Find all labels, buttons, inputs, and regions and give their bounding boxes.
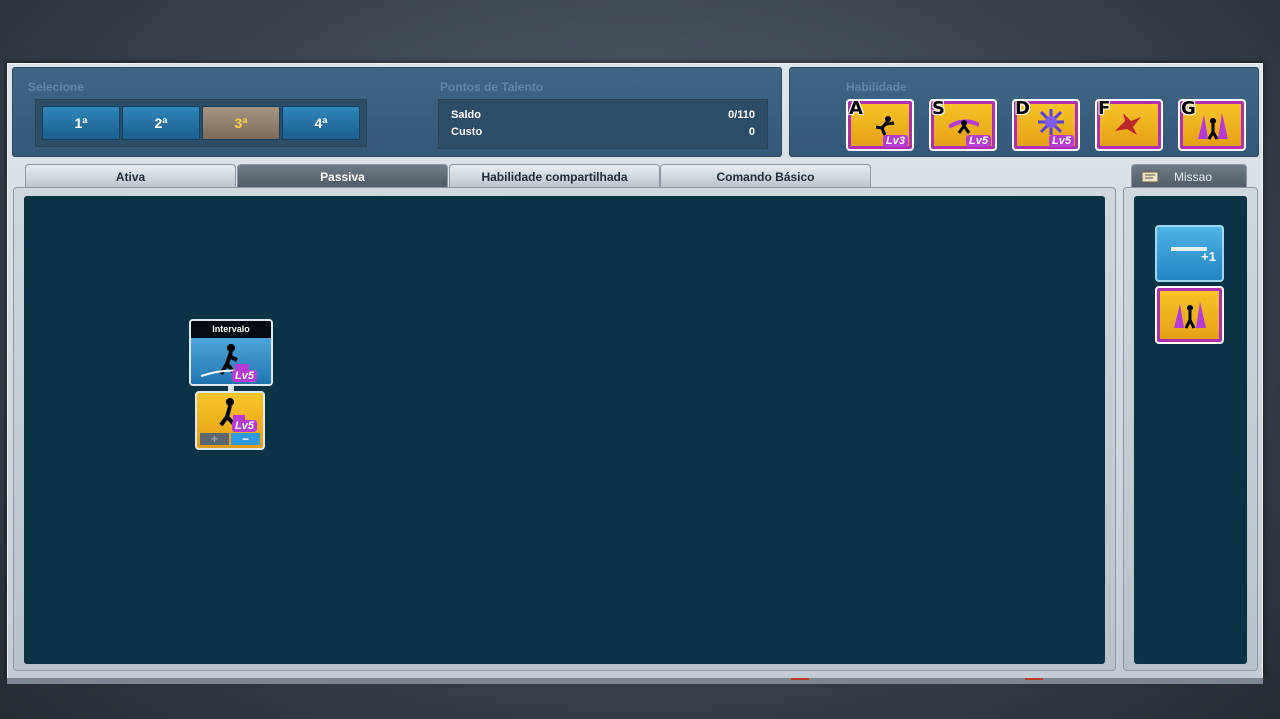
select-talent-panel: Selecione 1ª 2ª 3ª 4ª Pontos de Talento … xyxy=(12,67,782,157)
scroll-icon xyxy=(1141,171,1159,182)
skill-key-a: A xyxy=(849,99,863,119)
build-selector: 1ª 2ª 3ª 4ª xyxy=(35,99,367,147)
talent-points-box: Saldo 0/110 Custo 0 xyxy=(438,99,768,149)
ninja-icon xyxy=(200,344,258,377)
purple-slash-icon xyxy=(949,119,979,134)
talent-cost-label: Custo xyxy=(451,126,483,138)
tab-shared-skills[interactable]: Habilidade compartilhada xyxy=(449,164,660,188)
skill-level-controls: + − xyxy=(200,433,260,445)
talent-row-cost: Custo 0 xyxy=(451,124,755,141)
build-option-2[interactable]: 2ª xyxy=(122,106,200,140)
talent-balance-value: 0/110 xyxy=(728,109,755,121)
skill-key-g: G xyxy=(1181,99,1196,119)
skill-node-interval[interactable]: Intervalo Lv5 xyxy=(189,319,273,386)
tab-active-skills[interactable]: Ativa xyxy=(25,164,236,188)
skill-key-d: D xyxy=(1015,99,1030,119)
skills-panel: Habilidade A Lv3 S Lv5 D Lv5 F G xyxy=(789,67,1259,157)
tab-passive-skills[interactable]: Passiva xyxy=(237,164,448,188)
build-option-3[interactable]: 3ª xyxy=(202,106,280,140)
level-up-button[interactable]: + xyxy=(200,433,229,445)
build-option-4[interactable]: 4ª xyxy=(282,106,360,140)
purple-aura-icon xyxy=(1198,113,1228,140)
tab-mission[interactable]: Missao xyxy=(1131,164,1247,188)
talent-row-balance: Saldo 0/110 xyxy=(451,107,755,124)
red-explosion-icon xyxy=(1115,113,1141,135)
level-down-button[interactable]: − xyxy=(231,433,260,445)
bonus-label: +1 xyxy=(1201,249,1216,264)
skill-level-d: Lv5 xyxy=(1049,135,1074,147)
talent-balance-label: Saldo xyxy=(451,109,481,121)
skill-icon-level: Lv5 xyxy=(232,420,257,432)
skill-node-title: Intervalo xyxy=(191,321,271,338)
skill-node-icon[interactable]: Lv5 + − xyxy=(195,391,265,450)
talent-cost-value: 0 xyxy=(748,126,755,138)
skill-level-a: Lv3 xyxy=(883,135,908,147)
bottom-strip xyxy=(7,678,1263,684)
skill-key-f: F xyxy=(1098,99,1111,119)
skill-node-level: Lv5 xyxy=(232,370,257,382)
skill-slot-d[interactable]: D Lv5 xyxy=(1012,99,1080,151)
mission-skill-slot[interactable] xyxy=(1155,286,1224,344)
purple-aura-icon xyxy=(1174,302,1206,329)
talent-points-title: Pontos de Talento xyxy=(440,80,544,94)
skill-slot-f[interactable]: F xyxy=(1095,99,1163,151)
tab-basic-command[interactable]: Comando Básico xyxy=(660,164,871,188)
mission-tab-label: Missao xyxy=(1174,169,1213,184)
skill-slot-s[interactable]: S Lv5 xyxy=(929,99,997,151)
bottom-marker xyxy=(1025,678,1043,680)
skills-title: Habilidade xyxy=(846,80,907,94)
bonus-slot[interactable]: +1 xyxy=(1155,225,1224,282)
build-option-1[interactable]: 1ª xyxy=(42,106,120,140)
burst-icon xyxy=(1038,109,1064,135)
dash-kick-icon xyxy=(875,116,895,136)
skill-slot-a[interactable]: A Lv3 xyxy=(846,99,914,151)
skill-tree-canvas xyxy=(24,196,1105,664)
skill-node-image: Lv5 xyxy=(191,338,271,384)
skill-slot-g[interactable]: G xyxy=(1178,99,1246,151)
skill-level-s: Lv5 xyxy=(966,135,991,147)
bottom-marker xyxy=(791,678,809,680)
skill-key-s: S xyxy=(932,99,945,119)
select-title: Selecione xyxy=(28,80,85,94)
